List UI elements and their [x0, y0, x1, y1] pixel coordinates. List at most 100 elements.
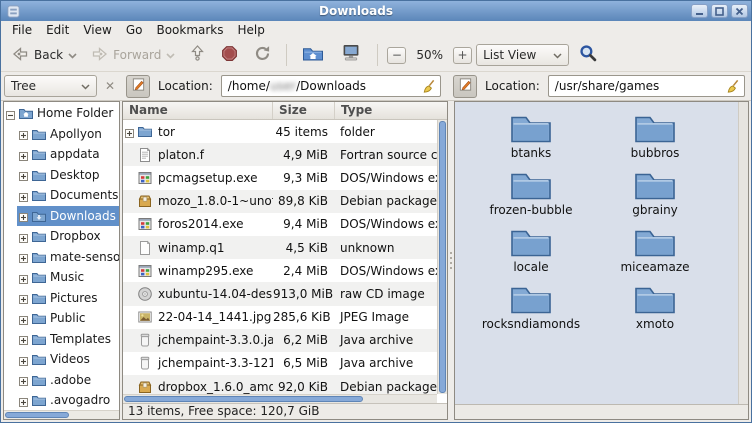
- expand-expander-icon[interactable]: [19, 396, 28, 405]
- folder-label: rocksndiamonds: [482, 317, 580, 331]
- back-history-chevron-icon[interactable]: [68, 48, 77, 62]
- sidebar-item-videos[interactable]: Videos: [4, 349, 119, 370]
- sidebar-item-public[interactable]: Public: [4, 308, 119, 329]
- menu-help[interactable]: Help: [231, 22, 272, 38]
- folder-item-bubbros[interactable]: bubbros: [593, 108, 717, 165]
- expand-expander-icon[interactable]: [19, 375, 28, 384]
- computer-button[interactable]: [334, 41, 368, 69]
- folder-item-locale[interactable]: locale: [469, 222, 593, 279]
- edit-location-toggle-right[interactable]: [453, 75, 477, 98]
- menu-go[interactable]: Go: [119, 22, 150, 38]
- folder-item-gbrainy[interactable]: gbrainy: [593, 165, 717, 222]
- folder-icon: [31, 189, 47, 202]
- folder-item-rocksndiamonds[interactable]: rocksndiamonds: [469, 279, 593, 336]
- file-list-vertical-scrollbar[interactable]: [437, 120, 447, 394]
- sidebar-item-home-folder[interactable]: Home Folder: [4, 103, 119, 124]
- scrollbar-thumb[interactable]: [5, 412, 69, 418]
- zoom-out-button[interactable]: −: [387, 47, 406, 64]
- window-title: Downloads: [21, 4, 691, 18]
- file-row-xubuntu-14-04-deskt-[interactable]: xubuntu-14.04-deskt...913,0 MiBraw CD im…: [123, 282, 437, 305]
- titlebar[interactable]: Downloads: [1, 1, 751, 21]
- clear-location-icon[interactable]: [421, 79, 436, 97]
- file-row-mozo-1-8-0-1-unoffi-[interactable]: mozo_1.8.0-1~unoffi...89,8 KiBDebian pac…: [123, 190, 437, 213]
- file-row-jchempaint-3-3-1210-[interactable]: jchempaint-3.3-1210...6,5 MiBJava archiv…: [123, 352, 437, 375]
- sidebar-item-music[interactable]: Music: [4, 267, 119, 288]
- minimize-button[interactable]: [691, 4, 708, 18]
- sidebar-horizontal-scrollbar[interactable]: [4, 410, 119, 419]
- stop-button[interactable]: [215, 42, 244, 69]
- sidebar-item-documents[interactable]: Documents: [4, 185, 119, 206]
- expand-expander-icon[interactable]: [19, 355, 28, 364]
- jar-file-icon: [137, 355, 153, 371]
- sidebar-item-appdata[interactable]: appdata: [4, 144, 119, 165]
- folder-icon: [634, 112, 676, 144]
- close-side-pane-button[interactable]: ✕: [102, 79, 118, 93]
- location-input-left[interactable]: /home/user/Downloads: [221, 75, 441, 97]
- expand-expander-icon[interactable]: [19, 293, 28, 302]
- column-header-type[interactable]: Type: [335, 102, 447, 119]
- file-row-winamp-q1[interactable]: winamp.q14,5 KiBunknown: [123, 236, 437, 259]
- file-row-22-04-14-1441-jpg[interactable]: 22-04-14_1441.jpg285,6 KiBJPEG Image: [123, 306, 437, 329]
- folder-item-frozen-bubble[interactable]: frozen-bubble: [469, 165, 593, 222]
- sidebar-item-templates[interactable]: Templates: [4, 329, 119, 350]
- column-header-size[interactable]: Size: [273, 102, 335, 119]
- sidebar-item-apollyon[interactable]: Apollyon: [4, 124, 119, 145]
- scrollbar-thumb[interactable]: [439, 121, 446, 393]
- file-row-dropbox-1-6-0-amd6-[interactable]: dropbox_1.6.0_amd6...92,0 KiBDebian pack…: [123, 375, 437, 394]
- sidebar-item-pictures[interactable]: Pictures: [4, 288, 119, 309]
- folder-item-btanks[interactable]: btanks: [469, 108, 593, 165]
- close-button[interactable]: [731, 4, 748, 18]
- sidebar-item--avogadro[interactable]: .avogadro: [4, 390, 119, 411]
- expand-expander-icon[interactable]: [19, 191, 28, 200]
- forward-history-chevron-icon[interactable]: [166, 48, 175, 62]
- icon-view-vertical-scrollbar[interactable]: [738, 102, 748, 404]
- expand-expander-icon[interactable]: [125, 127, 134, 136]
- search-button[interactable]: [573, 41, 603, 69]
- reload-button[interactable]: [248, 42, 277, 69]
- expand-expander-icon[interactable]: [19, 150, 28, 159]
- file-row-platon-f[interactable]: platon.f4,9 MiBFortran source co: [123, 143, 437, 166]
- file-list-horizontal-scrollbar[interactable]: [123, 394, 437, 403]
- file-row-tor[interactable]: tor45 itemsfolder: [123, 120, 437, 143]
- home-button[interactable]: [296, 41, 330, 69]
- expand-expander-icon[interactable]: [19, 252, 28, 261]
- expand-expander-icon[interactable]: [19, 273, 28, 282]
- scrollbar-thumb[interactable]: [124, 396, 363, 402]
- menu-view[interactable]: View: [76, 22, 118, 38]
- menu-file[interactable]: File: [5, 22, 39, 38]
- up-button[interactable]: [184, 42, 211, 68]
- menu-edit[interactable]: Edit: [39, 22, 76, 38]
- sidebar-item-mate-sensors-[interactable]: mate-sensors-: [4, 247, 119, 268]
- location-input-right[interactable]: /usr/share/games: [548, 75, 745, 97]
- side-pane-mode-select[interactable]: Tree: [4, 75, 97, 97]
- expand-expander-icon[interactable]: [19, 170, 28, 179]
- file-row-pcmagsetup-exe[interactable]: pcmagsetup.exe9,3 MiBDOS/Windows ex: [123, 166, 437, 189]
- zoom-in-button[interactable]: +: [453, 47, 472, 64]
- expand-expander-icon[interactable]: [19, 211, 28, 220]
- toolbar-separator: [286, 44, 287, 66]
- file-row-winamp295-exe[interactable]: winamp295.exe2,4 MiBDOS/Windows ex: [123, 259, 437, 282]
- expand-expander-icon[interactable]: [19, 334, 28, 343]
- file-row-jchempaint-3-3-0-jar[interactable]: jchempaint-3.3.0.jar6,2 MiBJava archive: [123, 329, 437, 352]
- maximize-button[interactable]: [711, 4, 728, 18]
- forward-button[interactable]: Forward: [86, 44, 180, 67]
- sidebar-item--adobe[interactable]: .adobe: [4, 370, 119, 391]
- clear-location-icon[interactable]: [725, 79, 740, 97]
- sidebar-item-dropbox[interactable]: Dropbox: [4, 226, 119, 247]
- folder-item-xmoto[interactable]: xmoto: [593, 279, 717, 336]
- folder-item-miceamaze[interactable]: miceamaze: [593, 222, 717, 279]
- collapse-expander-icon[interactable]: [6, 109, 15, 118]
- column-header-name[interactable]: Name: [123, 102, 273, 119]
- view-mode-select[interactable]: List View: [476, 44, 569, 66]
- expand-expander-icon[interactable]: [19, 232, 28, 241]
- sidebar-item-label: Dropbox: [50, 229, 101, 243]
- expand-expander-icon[interactable]: [19, 129, 28, 138]
- sidebar-item-desktop[interactable]: Desktop: [4, 165, 119, 186]
- file-row-foros2014-exe[interactable]: foros2014.exe9,4 MiBDOS/Windows ex: [123, 213, 437, 236]
- back-button[interactable]: Back: [7, 44, 82, 67]
- expand-expander-icon[interactable]: [19, 314, 28, 323]
- folder-icon: [31, 394, 47, 407]
- sidebar-item-downloads[interactable]: Downloads: [4, 206, 119, 227]
- menu-bookmarks[interactable]: Bookmarks: [149, 22, 230, 38]
- edit-location-toggle-left[interactable]: [126, 75, 150, 98]
